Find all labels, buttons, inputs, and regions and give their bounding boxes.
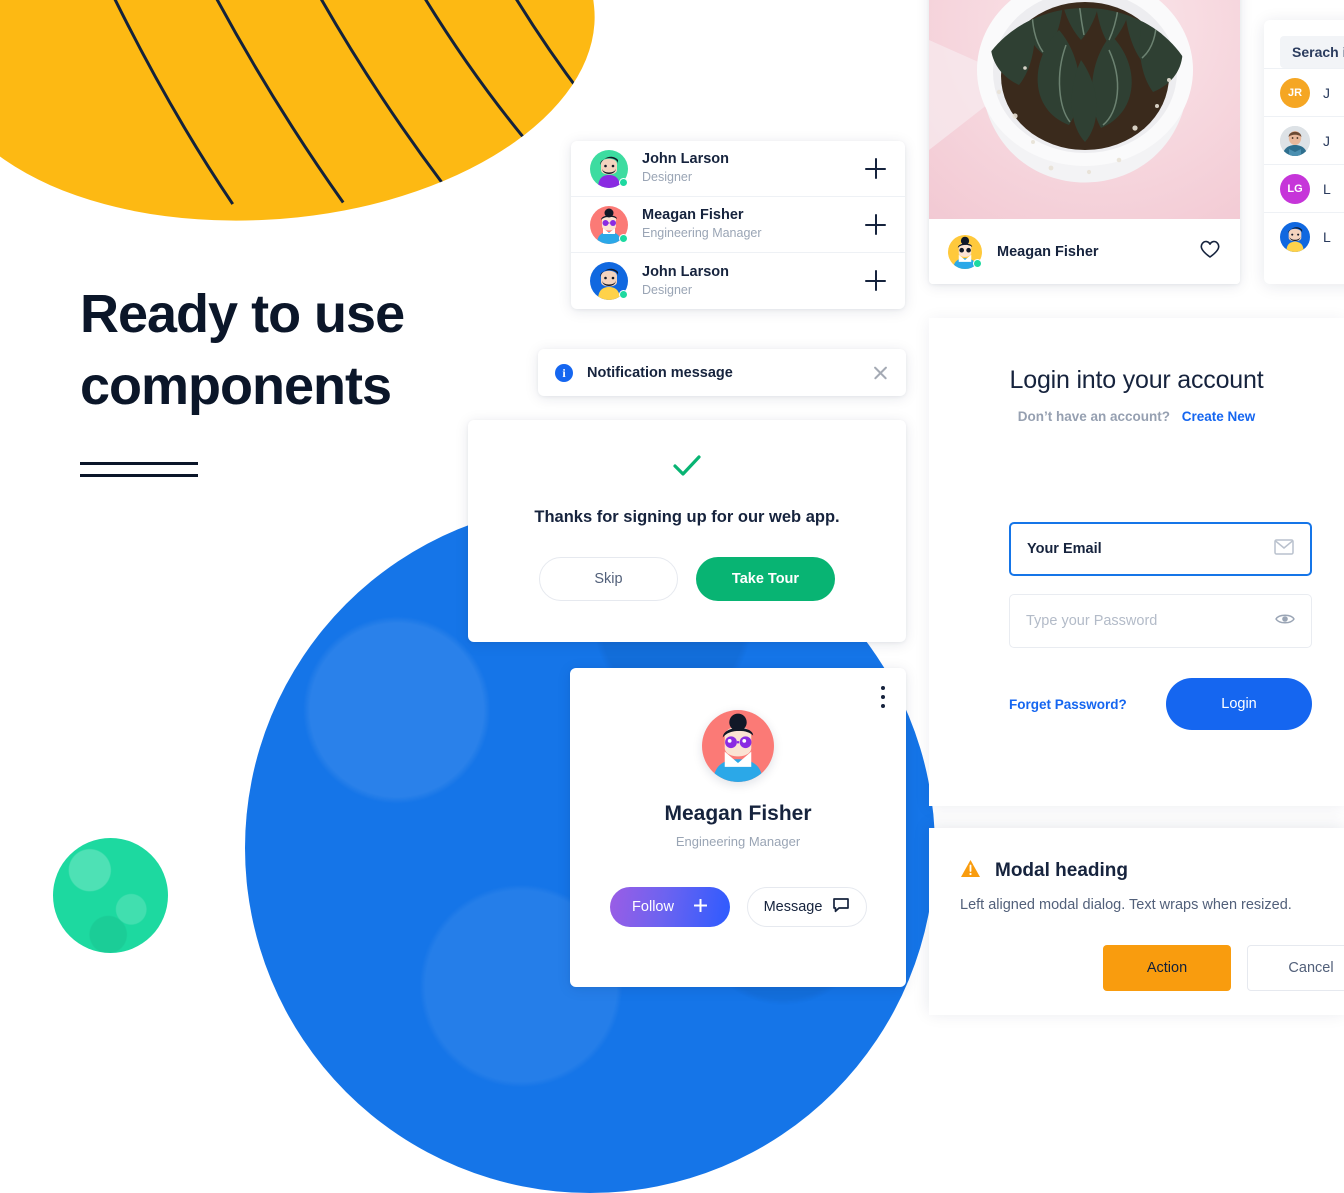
follow-label: Follow (632, 899, 674, 915)
login-actions: Forget Password? Login (1009, 678, 1312, 730)
avatar (948, 234, 982, 269)
avatar (1280, 125, 1310, 156)
profile-role: Engineering Manager (675, 834, 801, 849)
list-item[interactable]: L (1264, 212, 1344, 260)
profile-card: Meagan Fisher Engineering Manager Follow… (570, 668, 906, 987)
add-user-button[interactable] (865, 270, 887, 292)
avatar: JR (1280, 77, 1310, 108)
cancel-button[interactable]: Cancel (1247, 945, 1344, 991)
modal-heading: Modal heading (995, 860, 1128, 881)
online-status-dot (619, 233, 628, 243)
avatar (590, 262, 628, 300)
avatar-initials: JR (1287, 86, 1303, 99)
list-item-meta: Meagan Fisher Engineering Manager (642, 206, 865, 243)
heart-icon[interactable] (1199, 239, 1221, 264)
user-name: L (1323, 180, 1331, 197)
user-role: Designer (642, 282, 693, 297)
skip-button[interactable]: Skip (539, 557, 678, 601)
follow-button[interactable]: Follow (609, 887, 730, 927)
modal-header: Modal heading (960, 859, 1344, 883)
photo-card: Meagan Fisher (929, 0, 1240, 284)
online-status-dot (619, 177, 628, 187)
green-circle-decoration (53, 838, 168, 953)
add-user-button[interactable] (865, 213, 887, 236)
page-title: Ready to use components (80, 284, 405, 416)
profile-name: Meagan Fisher (664, 802, 812, 825)
info-icon: i (555, 363, 573, 382)
signup-success-card: Thanks for signing up for our web app. S… (468, 420, 906, 642)
success-message: Thanks for signing up for our web app. (534, 508, 840, 526)
email-field[interactable]: Your Email (1009, 522, 1312, 576)
login-subtitle: Don’t have an account? Create New (929, 409, 1344, 424)
action-button[interactable]: Action (1103, 945, 1231, 991)
user-name: J (1323, 132, 1330, 149)
notification-text: Notification message (587, 364, 733, 381)
password-field[interactable]: Type your Password (1009, 594, 1312, 648)
user-list-card: John Larson Designer Meagan Fisher Engin… (571, 141, 905, 309)
login-title: Login into your account (1009, 366, 1264, 394)
online-status-dot (619, 290, 628, 299)
notification-banner: i Notification message (538, 349, 906, 396)
avatar: LG (1280, 173, 1310, 204)
avatar (1280, 221, 1310, 252)
search-panel: Serach i JR J J LG L L (1264, 20, 1344, 284)
avatar (590, 149, 628, 188)
forgot-password-link[interactable]: Forget Password? (1009, 697, 1127, 712)
photo-card-footer: Meagan Fisher (929, 219, 1240, 284)
list-item-meta: John Larson Designer (642, 150, 865, 187)
create-account-link[interactable]: Create New (1182, 409, 1256, 424)
user-name: Meagan Fisher (642, 207, 744, 224)
user-role: Designer (642, 170, 693, 185)
search-input[interactable]: Serach i (1280, 36, 1344, 68)
list-item[interactable]: LG L (1264, 164, 1344, 212)
modal-body-text: Left aligned modal dialog. Text wraps wh… (960, 897, 1292, 913)
avatar (702, 710, 774, 782)
photo-card-name: Meagan Fisher (997, 243, 1099, 260)
chat-bubble-icon (833, 897, 850, 917)
modal-dialog: Modal heading Left aligned modal dialog.… (929, 828, 1344, 1015)
list-item[interactable]: Meagan Fisher Engineering Manager (571, 197, 905, 253)
online-status-dot (973, 258, 982, 268)
login-panel: Login into your account Don’t have an ac… (929, 318, 1344, 806)
list-item[interactable]: John Larson Designer (571, 253, 905, 309)
list-item-meta: John Larson Designer (642, 263, 865, 300)
list-item[interactable]: JR J (1264, 68, 1344, 116)
take-tour-button[interactable]: Take Tour (696, 557, 835, 601)
title-divider (80, 462, 198, 486)
modal-actions: Action Cancel (1103, 945, 1344, 991)
add-user-button[interactable] (865, 157, 887, 180)
plant-photo (929, 0, 1240, 219)
user-role: Engineering Manager (642, 226, 762, 241)
warning-triangle-icon (960, 859, 981, 883)
user-name: L (1323, 228, 1331, 245)
user-name: John Larson (642, 151, 730, 168)
plus-icon (693, 898, 708, 916)
email-value: Your Email (1027, 541, 1102, 557)
user-name: John Larson (642, 263, 730, 280)
kebab-menu-icon[interactable] (881, 686, 885, 713)
success-actions: Skip Take Tour (468, 557, 906, 601)
message-button[interactable]: Message (746, 887, 867, 927)
password-placeholder: Type your Password (1026, 613, 1158, 629)
login-button[interactable]: Login (1166, 678, 1312, 730)
list-item[interactable]: John Larson Designer (571, 141, 905, 197)
avatar (590, 205, 628, 244)
page-canvas: Ready to use components John Larson Desi… (0, 0, 1344, 1193)
list-item[interactable]: J (1264, 116, 1344, 164)
message-label: Message (763, 899, 823, 915)
divider-line (80, 474, 198, 477)
yellow-blob-decoration (0, 0, 613, 254)
profile-actions: Follow Message (570, 887, 906, 927)
user-name: J (1323, 84, 1330, 101)
envelope-icon (1274, 538, 1294, 560)
eye-icon[interactable] (1275, 612, 1295, 631)
avatar-initials: LG (1287, 182, 1303, 195)
close-icon[interactable] (873, 365, 889, 381)
check-icon (468, 454, 906, 480)
no-account-text: Don’t have an account? (1017, 409, 1170, 424)
divider-line (80, 462, 198, 465)
